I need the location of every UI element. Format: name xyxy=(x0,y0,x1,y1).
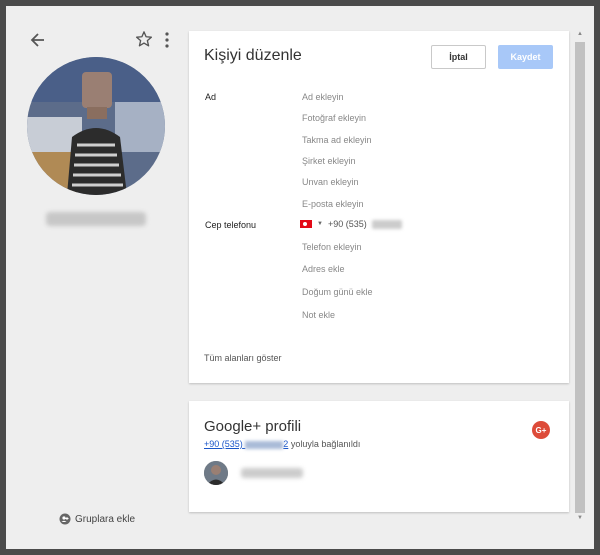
scroll-up-arrow-icon[interactable]: ▲ xyxy=(574,31,586,41)
show-all-fields-link[interactable]: Tüm alanları göster xyxy=(204,353,282,363)
save-button[interactable]: Kaydet xyxy=(498,45,553,69)
favorite-button[interactable] xyxy=(135,30,153,48)
contact-dialog: Gruplara ekle Kişiyi düzenle İptal Kayde… xyxy=(6,6,594,549)
more-options-button[interactable] xyxy=(162,31,172,49)
phone-number: +90 (535) xyxy=(327,219,367,229)
add-email-field[interactable]: E-posta ekleyin xyxy=(302,199,364,209)
back-button[interactable] xyxy=(28,30,48,50)
add-address-field[interactable]: Adres ekle xyxy=(302,264,345,274)
google-plus-linked-text: +90 (535) 2 yoluyla bağlanıldı xyxy=(204,439,361,449)
turkey-flag-icon[interactable] xyxy=(300,220,312,228)
edit-contact-card: Kişiyi düzenle İptal Kaydet Ad Ad ekleyi… xyxy=(189,31,569,383)
add-to-groups-button[interactable]: Gruplara ekle xyxy=(59,511,135,527)
linked-phone-link[interactable]: +90 (535) 2 xyxy=(204,439,288,449)
scrollbar[interactable]: ▲ ▼ xyxy=(574,31,586,525)
people-icon xyxy=(59,513,71,525)
add-birthday-field[interactable]: Doğum günü ekle xyxy=(302,287,373,297)
mobile-section-label: Cep telefonu xyxy=(205,220,257,230)
add-photo-field[interactable]: Fotoğraf ekleyin xyxy=(302,113,366,123)
add-note-field[interactable]: Not ekle xyxy=(302,310,335,320)
google-plus-icon[interactable]: G+ xyxy=(532,421,550,439)
google-plus-avatar[interactable] xyxy=(204,461,228,485)
country-dropdown-icon[interactable]: ▼ xyxy=(317,221,323,227)
add-phone-field[interactable]: Telefon ekleyin xyxy=(302,242,362,252)
add-nickname-field[interactable]: Takma ad ekleyin xyxy=(302,135,372,145)
star-outline-icon xyxy=(135,31,153,47)
phone-number-redacted xyxy=(371,219,402,229)
contact-photo xyxy=(27,57,165,195)
add-company-field[interactable]: Şirket ekleyin xyxy=(302,156,356,166)
cancel-button[interactable]: İptal xyxy=(431,45,486,69)
contact-summary-panel: Gruplara ekle xyxy=(6,6,189,549)
scroll-thumb[interactable] xyxy=(575,42,585,513)
add-title-field[interactable]: Unvan ekleyin xyxy=(302,177,359,187)
contact-name-redacted xyxy=(46,212,146,226)
add-name-field[interactable]: Ad ekleyin xyxy=(302,92,344,102)
scroll-down-arrow-icon[interactable]: ▼ xyxy=(574,515,586,525)
google-plus-name-redacted xyxy=(241,468,303,478)
edit-title: Kişiyi düzenle xyxy=(204,47,302,64)
google-plus-title: Google+ profili xyxy=(204,418,302,435)
add-to-groups-label: Gruplara ekle xyxy=(75,513,136,525)
mobile-phone-field[interactable]: ▼ +90 (535) xyxy=(300,219,402,229)
name-section-label: Ad xyxy=(205,92,217,102)
google-plus-card: Google+ profili G+ +90 (535) 2 yoluyla b… xyxy=(189,401,569,512)
more-vertical-icon xyxy=(165,32,169,48)
arrow-left-icon xyxy=(30,33,44,47)
